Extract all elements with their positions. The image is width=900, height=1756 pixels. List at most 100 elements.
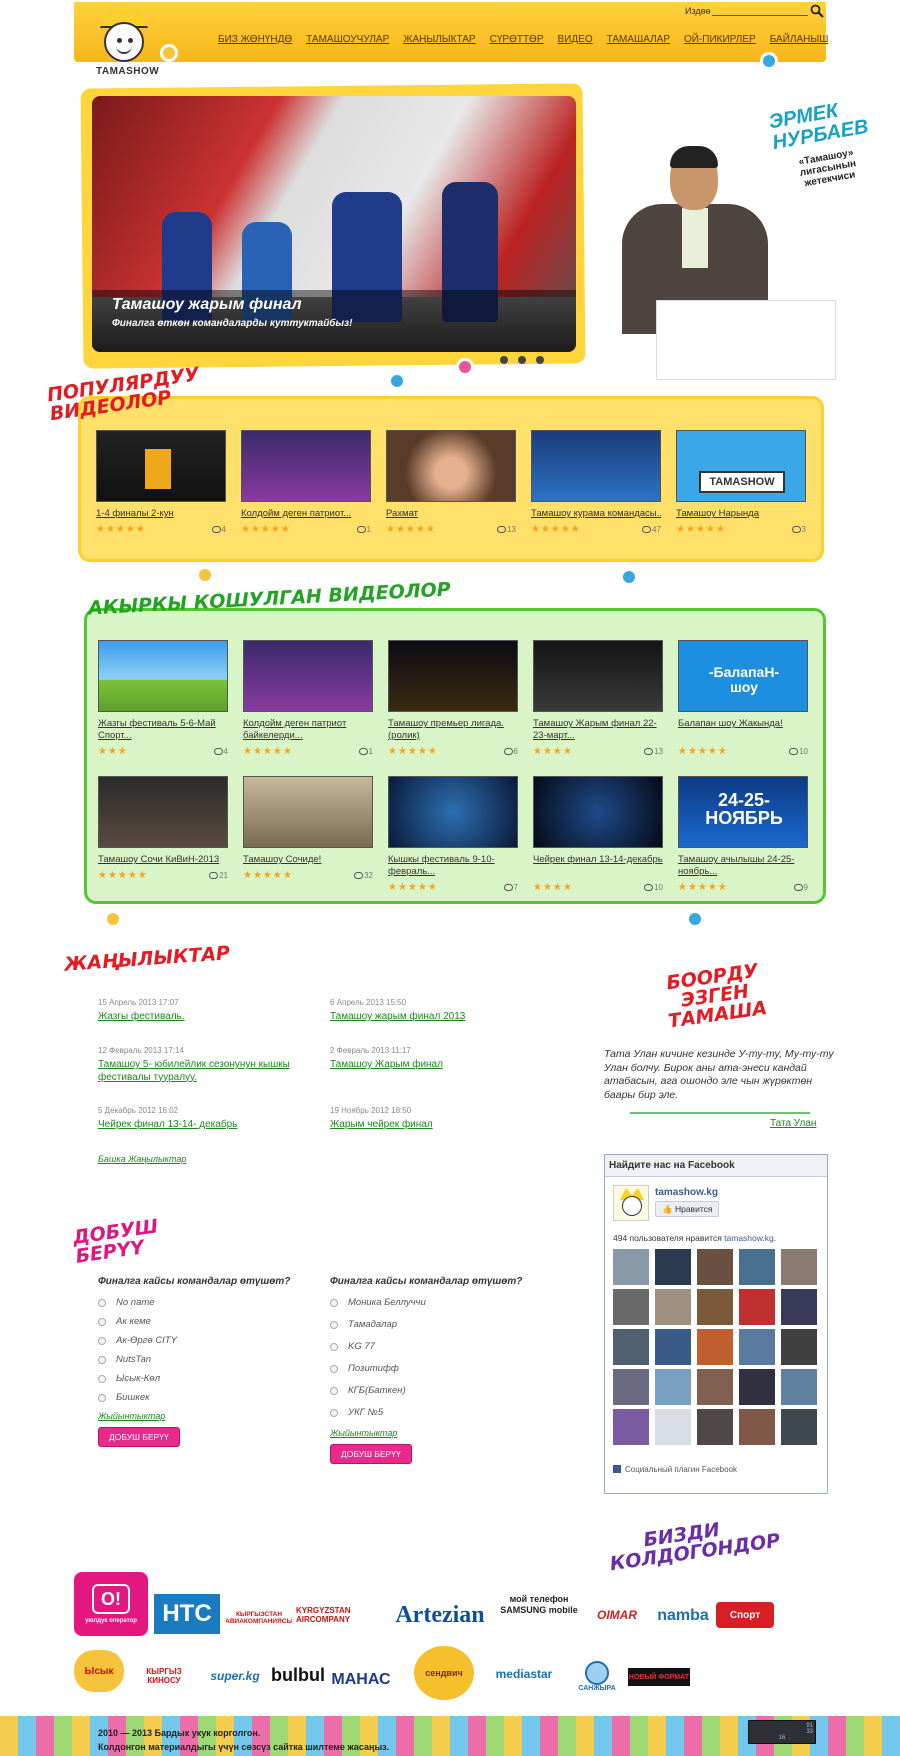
nav-contact[interactable]: БАЙЛАНЫШ [770,34,829,45]
video-title[interactable]: Кышкы фестиваль 9-10-февраль... [388,854,518,878]
nav-comedians[interactable]: ТАМАШОУЧУЛАР [306,34,389,45]
rating-stars[interactable]: ★★★★ [533,882,573,893]
fan-avatar[interactable] [781,1329,817,1365]
nav-video[interactable]: ВИДЕО [558,34,593,45]
nav-about[interactable]: БИЗ ЖӨНҮНДӨ [218,34,292,45]
fan-avatar[interactable] [781,1409,817,1445]
fan-avatar[interactable] [613,1369,649,1405]
video-thumbnail[interactable] [243,640,373,712]
fan-avatar[interactable] [739,1329,775,1365]
sponsor-samsung-logo[interactable]: мой телефон SAMSUNG mobile [498,1578,580,1632]
latest-video-card[interactable]: -БалапаН-шоу Балапан шоу Жакында! ★★★★★ 1… [678,640,808,757]
radio-button[interactable] [330,1320,338,1329]
radio-button[interactable] [330,1298,338,1307]
fan-avatar[interactable] [739,1409,775,1445]
sponsor-kyrgyzstan-aircompany-logo[interactable]: KYRGYZSTAN AIRCOMPANY [296,1600,384,1630]
radio-button[interactable] [98,1336,106,1345]
sponsor-mediastar-logo[interactable]: mediastar [484,1662,564,1686]
video-thumbnail[interactable]: -БалапаН-шоу [678,640,808,712]
sponsor-artezian-logo[interactable]: Artezian [390,1596,490,1634]
video-thumbnail[interactable] [386,430,516,502]
radio-button[interactable] [98,1374,106,1383]
poll-option[interactable]: УКГ №5 [330,1407,550,1418]
sponsor-superkg-logo[interactable]: super.kg [204,1666,266,1686]
video-title[interactable]: Колдойм деген патриот... [241,508,371,520]
hero-title[interactable]: Тамашоу жарым финал [112,296,302,314]
poll-option[interactable]: КГБ(Баткен) [330,1385,550,1396]
rating-stars[interactable]: ★★★★★ [243,870,293,881]
video-title[interactable]: Тамашоу Нарында [676,508,806,520]
radio-button[interactable] [98,1393,106,1402]
rating-stars[interactable]: ★★★★★ [388,882,438,893]
popular-video-card[interactable]: 1-4 финалы 2-кун ★★★★★ 4 [96,430,226,535]
fan-avatar[interactable] [697,1329,733,1365]
poll-option[interactable]: Бишкек [98,1392,318,1403]
video-thumbnail[interactable]: TAMASHOW [676,430,806,502]
video-title[interactable]: Рахмат [386,508,516,520]
fan-avatar[interactable] [613,1409,649,1445]
sponsor-o-logo[interactable]: O! уюлдук оператор [74,1572,148,1636]
facebook-page-avatar[interactable] [613,1185,649,1221]
nav-news[interactable]: ЖАҢЫЛЫКТАР [403,34,475,45]
popular-video-card[interactable]: TAMASHOW Тамашоу Нарында ★★★★★ 3 [676,430,806,535]
sponsor-ysyk-logo[interactable]: Ысык [74,1650,124,1692]
fan-avatar[interactable] [697,1369,733,1405]
sponsor-namba-logo[interactable]: namba [652,1604,714,1628]
video-title[interactable]: Тамашоу курама командасы... [531,508,661,520]
video-title[interactable]: 1-4 финалы 2-кун [96,508,226,520]
vote-button[interactable]: ДОБУШ БЕРҮҮ [98,1427,180,1447]
fan-avatar[interactable] [739,1289,775,1325]
video-thumbnail[interactable] [98,776,228,848]
video-thumbnail[interactable] [243,776,373,848]
video-thumbnail[interactable] [533,640,663,712]
hero-dot[interactable] [518,356,526,364]
rating-stars[interactable]: ★★★★★ [678,882,728,893]
radio-button[interactable] [98,1298,106,1307]
radio-button[interactable] [330,1342,338,1351]
rating-stars[interactable]: ★★★★ [533,746,573,757]
fan-avatar[interactable] [781,1289,817,1325]
video-thumbnail[interactable]: 24-25- НОЯБРЬ [678,776,808,848]
video-title[interactable]: Тамашоу Жарым финал 22-23-март... [533,718,663,742]
popular-video-card[interactable]: Колдойм деген патриот... ★★★★★ 1 [241,430,371,535]
latest-video-card[interactable]: Колдойм деген патриот байкелерди... ★★★★… [243,640,373,757]
fan-avatar[interactable] [613,1329,649,1365]
poll-option[interactable]: No name [98,1297,318,1308]
sponsor-htc-logo[interactable]: HTC [154,1594,220,1634]
hero-dot[interactable] [500,356,508,364]
poll-option[interactable]: Ысык-Көл [98,1373,318,1384]
poll-results-link[interactable]: Жыйынтыктар [98,1411,318,1421]
video-title[interactable]: Тамашоу ачылышы 24-25-ноябрь... [678,854,808,878]
fan-avatar[interactable] [655,1369,691,1405]
popular-video-card[interactable]: Рахмат ★★★★★ 13 [386,430,516,535]
video-title[interactable]: Тамашоу Сочиде! [243,854,373,866]
radio-button[interactable] [330,1408,338,1417]
video-title[interactable]: Жазгы фестиваль 5-6-Май Спорт... [98,718,228,742]
rating-stars[interactable]: ★★★★★ [678,746,728,757]
news-link[interactable]: Жарым чейрек финал [330,1119,540,1132]
joke-author-link[interactable]: Тата Улан [770,1118,816,1129]
rating-stars[interactable]: ★★★★★ [388,746,438,757]
fan-avatar[interactable] [781,1369,817,1405]
nav-opinions[interactable]: ОЙ-ПИКИРЛЕР [684,34,756,45]
visitor-counter[interactable]: 91 33 16 [748,1720,816,1744]
sponsor-novy-format-logo[interactable]: НОВЫЙ ФОРМАТ [628,1668,690,1686]
nav-photos[interactable]: СҮРӨТТӨР [490,34,544,45]
news-link[interactable]: Жазгы фестиваль. [98,1011,308,1024]
rating-stars[interactable]: ★★★ [98,746,128,757]
hero-dot[interactable] [536,356,544,364]
facebook-like-button[interactable]: 👍 Нравится [655,1201,720,1217]
video-title[interactable]: Тамашоу премьер лигада. (ролик) [388,718,518,742]
radio-button[interactable] [98,1355,106,1364]
poll-option[interactable]: Ак-Өргө CITY [98,1335,318,1346]
fan-avatar[interactable] [739,1369,775,1405]
sponsor-sanjyra-logo[interactable]: САНЖЫРА [574,1656,620,1696]
fan-avatar[interactable] [655,1289,691,1325]
video-title[interactable]: Тамашоу Сочи КиВиН-2013 [98,854,228,866]
latest-video-card[interactable]: Чейрек финал 13-14-декабрь ★★★★ 10 [533,776,663,893]
poll-option[interactable]: Позитифф [330,1363,550,1374]
fan-avatar[interactable] [655,1329,691,1365]
logo[interactable]: TAMASHOW [86,4,166,80]
popular-video-card[interactable]: Тамашоу курама командасы... ★★★★★ 47 [531,430,661,535]
rating-stars[interactable]: ★★★★★ [243,746,293,757]
